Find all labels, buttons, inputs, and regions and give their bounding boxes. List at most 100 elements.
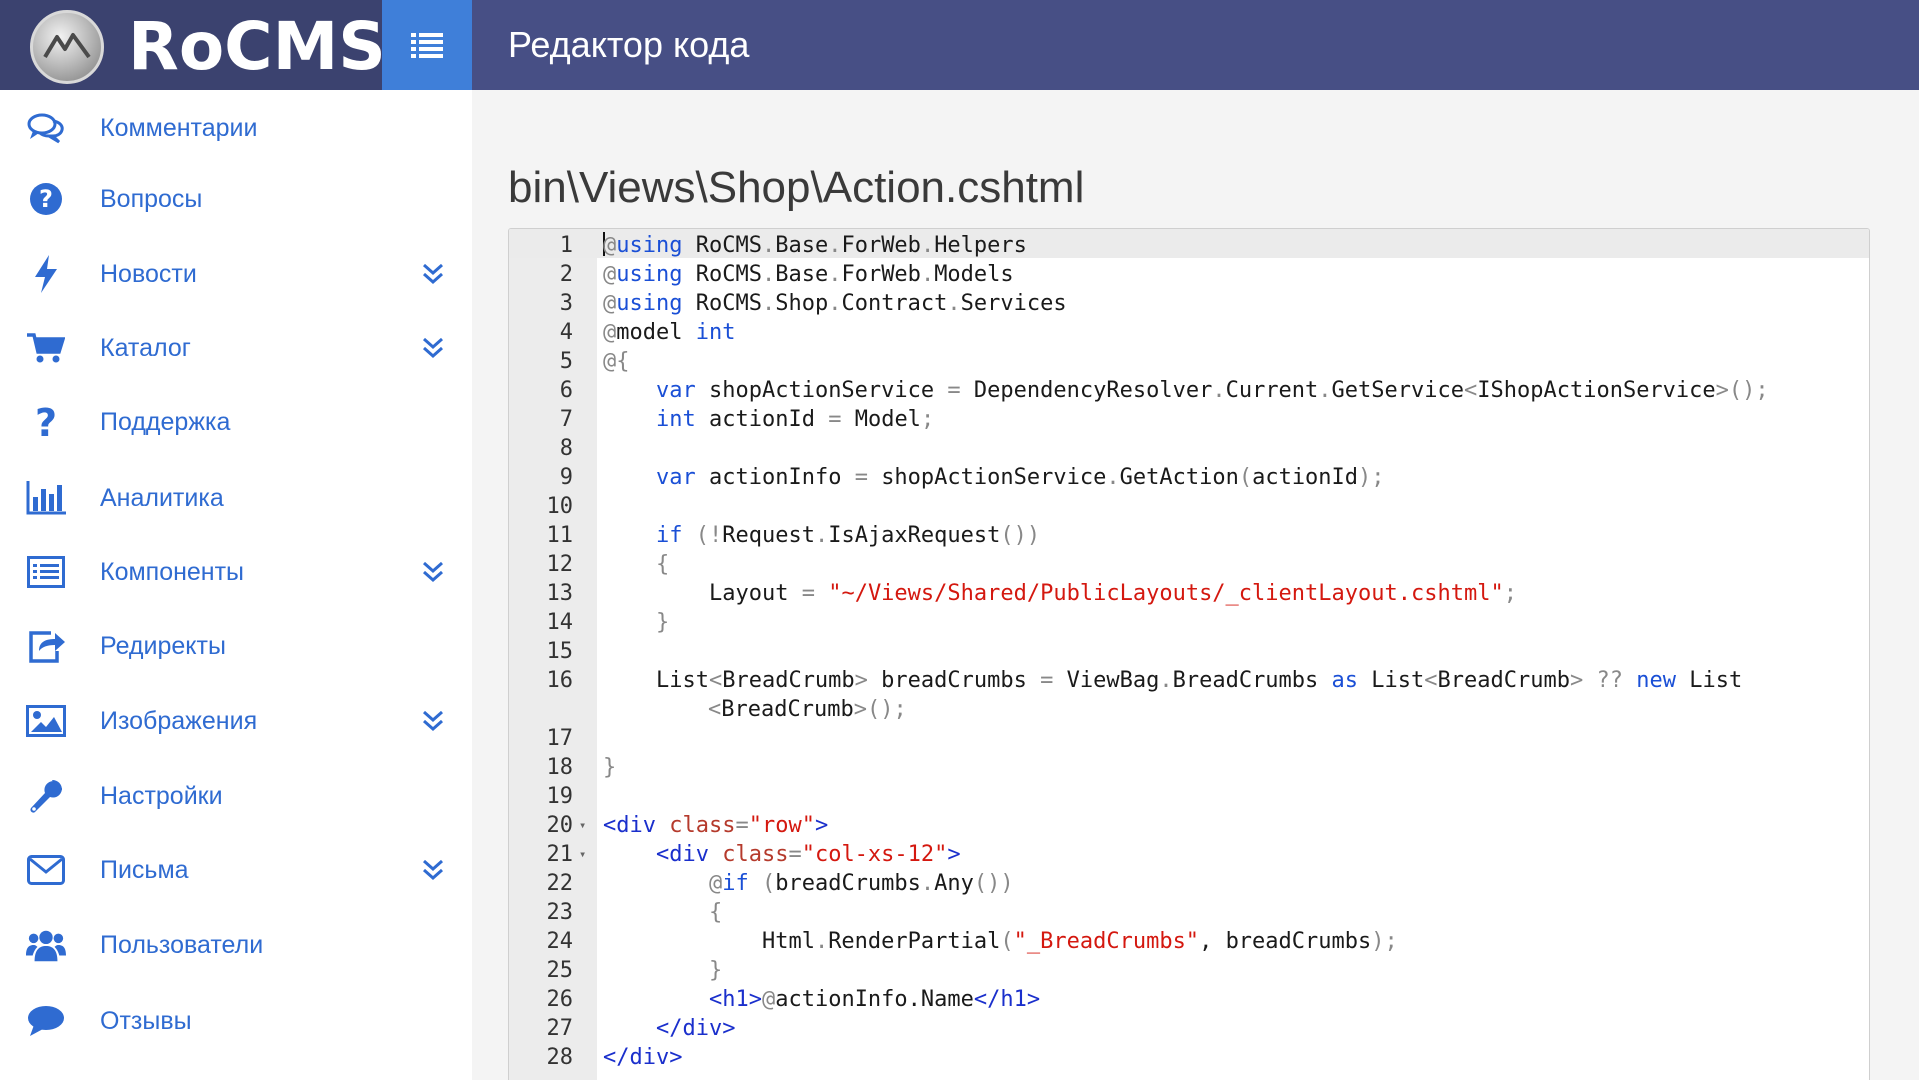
chevron-double-down-icon[interactable] [418,855,448,885]
code-line[interactable]: 24 Html.RenderPartial("_BreadCrumbs", br… [509,927,1869,956]
code-line[interactable]: 14 } [509,608,1869,637]
chevron-double-down-icon[interactable] [418,259,448,289]
line-number: 23 [546,900,574,925]
code-line[interactable]: 18} [509,753,1869,782]
sidebar-item[interactable]: Изображения [0,691,472,751]
line-number: 3 [559,291,573,316]
bar-chart-icon [26,478,66,518]
line-number: 27 [546,1016,574,1041]
code-line[interactable]: 27 </div> [509,1014,1869,1043]
code-line[interactable]: 12 { [509,550,1869,579]
sidebar-item[interactable]: Редиректы [0,616,472,676]
line-number: 21 [546,842,574,867]
fold-arrow-icon[interactable]: ▾ [579,811,586,840]
code-text: } [603,755,617,780]
code-text: <div class="row"> [603,813,829,838]
code-text: var shopActionService = DependencyResolv… [655,378,1769,403]
code-line[interactable]: 21 ▾ <div class="col-xs-12"> [509,840,1869,869]
line-number: 17 [546,726,574,751]
chevron-double-down-icon[interactable] [418,557,448,587]
code-line[interactable]: 9 var actionInfo = shopActionService.Get… [509,463,1869,492]
code-text: List<BreadCrumb> breadCrumbs = ViewBag.B… [655,668,1743,722]
sidebar-item[interactable]: ? Вопросы [0,169,472,229]
code-lines[interactable]: 1 @using RoCMS.Base.ForWeb.Helpers 2 @using… [509,231,1869,1072]
code-line[interactable]: 28 </div> [509,1043,1869,1072]
code-text: { [708,900,723,925]
line-number: 12 [546,552,574,577]
line-number: 9 [559,465,573,490]
code-editor[interactable]: 1 @using RoCMS.Base.ForWeb.Helpers 2 @using… [508,228,1870,1080]
list-icon [411,33,443,58]
sidebar-item[interactable]: Новости [0,244,472,304]
line-number: 15 [546,639,574,664]
sidebar-item-label: Отзывы [100,1006,192,1035]
sidebar-item[interactable]: Пользователи [0,915,472,975]
code-line[interactable]: 20 ▾ <div class="row"> [509,811,1869,840]
code-line[interactable]: 26 <h1>@actionInfo.Name</h1> [509,985,1869,1014]
code-line[interactable]: 15 [509,637,1869,666]
logo[interactable]: RoCMS [0,0,386,90]
sidebar-item[interactable]: Компоненты [0,542,472,602]
code-text: Html.RenderPartial("_BreadCrumbs", bread… [761,929,1398,954]
sidebar-item[interactable]: Настройки [0,766,472,826]
sidebar-item[interactable]: Письма [0,840,472,900]
sidebar-item-label: Настройки [100,781,223,810]
menu-toggle-button[interactable] [382,0,472,90]
sidebar-item[interactable]: Отзывы [0,991,472,1051]
question-icon: ? [26,402,66,442]
code-line[interactable]: 6 var shopActionService = DependencyReso… [509,376,1869,405]
code-line[interactable]: 4 @model int [509,318,1869,347]
code-line[interactable]: 25 } [509,956,1869,985]
code-line[interactable]: 23 { [509,898,1869,927]
code-line[interactable]: 17 [509,724,1869,753]
code-line[interactable]: 2 @using RoCMS.Base.ForWeb.Models [509,260,1869,289]
code-line[interactable]: 11 if (!Request.IsAjaxRequest()) [509,521,1869,550]
code-line[interactable]: 19 [509,782,1869,811]
code-text: </div> [603,1045,683,1070]
code-text: @{ [603,349,630,374]
comments-icon [26,108,66,148]
code-line[interactable]: 5 @{ [509,347,1869,376]
code-line[interactable]: 1 @using RoCMS.Base.ForWeb.Helpers [509,231,1869,260]
chevron-double-down-icon[interactable] [418,706,448,736]
sidebar-item[interactable]: Каталог [0,318,472,378]
sidebar-item-label: Письма [100,855,189,884]
sidebar-item-label: Новости [100,259,197,288]
code-line[interactable]: 8 [509,434,1869,463]
code-line[interactable]: 13 Layout = "~/Views/Shared/PublicLayout… [509,579,1869,608]
chat-bubble-icon [26,1001,66,1041]
line-number: 6 [559,378,573,403]
users-icon [26,925,66,965]
share-icon [26,626,66,666]
fold-arrow-icon[interactable]: ▾ [579,840,586,869]
svg-text:?: ? [39,185,53,213]
page-heading: Редактор кода [508,24,750,65]
line-number: 19 [546,784,574,809]
code-line[interactable]: 10 [509,492,1869,521]
line-number: 22 [546,871,574,896]
sidebar-item-label: Поддержка [100,407,231,436]
code-line[interactable]: 16 List<BreadCrumb> breadCrumbs = ViewBa… [509,666,1869,724]
list-alt-icon [26,552,66,592]
sidebar-item[interactable]: ? Поддержка [0,392,472,452]
code-text: { [655,552,670,577]
code-text: int actionId = Model; [655,407,935,432]
code-line[interactable]: 22 @if (breadCrumbs.Any()) [509,869,1869,898]
file-path-title: bin\Views\Shop\Action.cshtml [508,163,1085,212]
svg-text:?: ? [35,404,57,440]
line-number: 20 [546,813,574,838]
line-number: 25 [546,958,574,983]
line-number: 16 [546,668,574,693]
code-line[interactable]: 3 @using RoCMS.Shop.Contract.Services [509,289,1869,318]
chevron-double-down-icon[interactable] [418,333,448,363]
sidebar-item[interactable]: Комментарии [0,98,472,158]
line-number: 2 [559,262,573,287]
sidebar-item[interactable]: Аналитика [0,468,472,528]
line-number: 11 [546,523,574,548]
sidebar-item-label: Редиректы [100,631,226,660]
code-text: } [708,958,723,983]
code-line[interactable]: 7 int actionId = Model; [509,405,1869,434]
envelope-icon [26,850,66,890]
main-content: bin\Views\Shop\Action.cshtml 1 @using RoC… [472,90,1919,1080]
code-text: Layout = "~/Views/Shared/PublicLayouts/_… [708,581,1517,606]
